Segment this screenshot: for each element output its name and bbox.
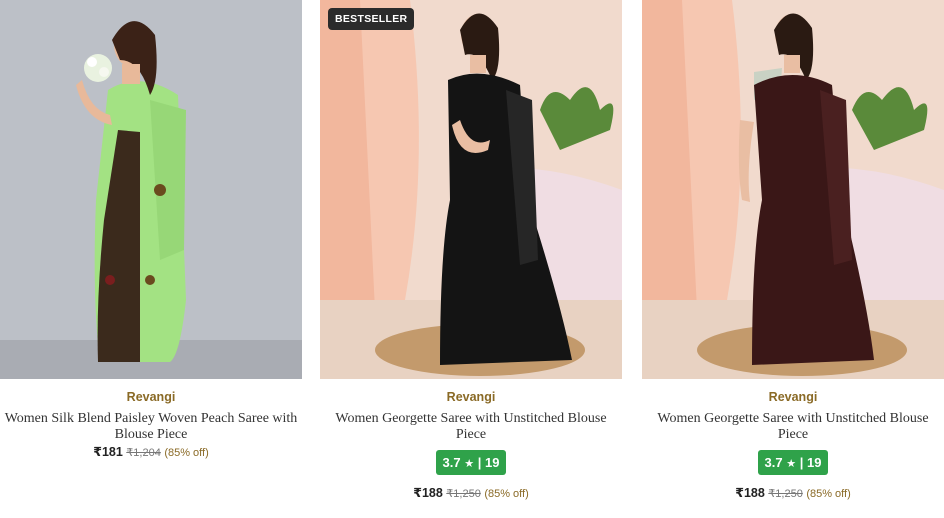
star-icon: ★	[786, 458, 797, 470]
rating-count: 19	[807, 455, 822, 470]
product-title[interactable]: Women Georgette Saree with Unstitched Bl…	[320, 411, 622, 443]
original-price: ₹1,204	[126, 447, 161, 459]
rating-value: 3.7	[764, 455, 783, 470]
product-title[interactable]: Women Silk Blend Paisley Woven Peach Sar…	[0, 411, 302, 443]
product-price: ₹188 ₹1,250 (85% off)	[642, 485, 944, 500]
discount-text: (85% off)	[484, 488, 529, 500]
rating-badge[interactable]: 3.7 ★ | 19	[436, 450, 506, 475]
original-price: ₹1,250	[768, 488, 803, 500]
product-brand[interactable]: Revangi	[0, 390, 302, 404]
current-price: ₹181	[93, 445, 123, 459]
original-price: ₹1,250	[446, 488, 481, 500]
product-image[interactable]	[642, 0, 944, 379]
rating-badge[interactable]: 3.7 ★ | 19	[758, 450, 828, 475]
product-title[interactable]: Women Georgette Saree with Unstitched Bl…	[642, 411, 944, 443]
product-image[interactable]	[0, 0, 302, 379]
discount-text: (85% off)	[164, 447, 209, 459]
product-price: ₹188 ₹1,250 (85% off)	[320, 485, 622, 500]
star-icon: ★	[464, 458, 475, 470]
product-brand[interactable]: Revangi	[320, 390, 622, 404]
rating-value: 3.7	[442, 455, 461, 470]
product-brand[interactable]: Revangi	[642, 390, 944, 404]
discount-text: (85% off)	[806, 488, 851, 500]
rating-count: 19	[485, 455, 500, 470]
product-card[interactable]: BESTSELLER Revangi Women Georgette Saree…	[320, 0, 622, 518]
current-price: ₹188	[413, 486, 443, 500]
product-image[interactable]: BESTSELLER	[320, 0, 622, 379]
product-card[interactable]: Revangi Women Georgette Saree with Unsti…	[642, 0, 944, 518]
current-price: ₹188	[735, 486, 765, 500]
product-price: ₹181 ₹1,204 (85% off)	[0, 444, 302, 459]
bestseller-badge: BESTSELLER	[328, 8, 415, 30]
product-card[interactable]: Revangi Women Silk Blend Paisley Woven P…	[0, 0, 302, 518]
